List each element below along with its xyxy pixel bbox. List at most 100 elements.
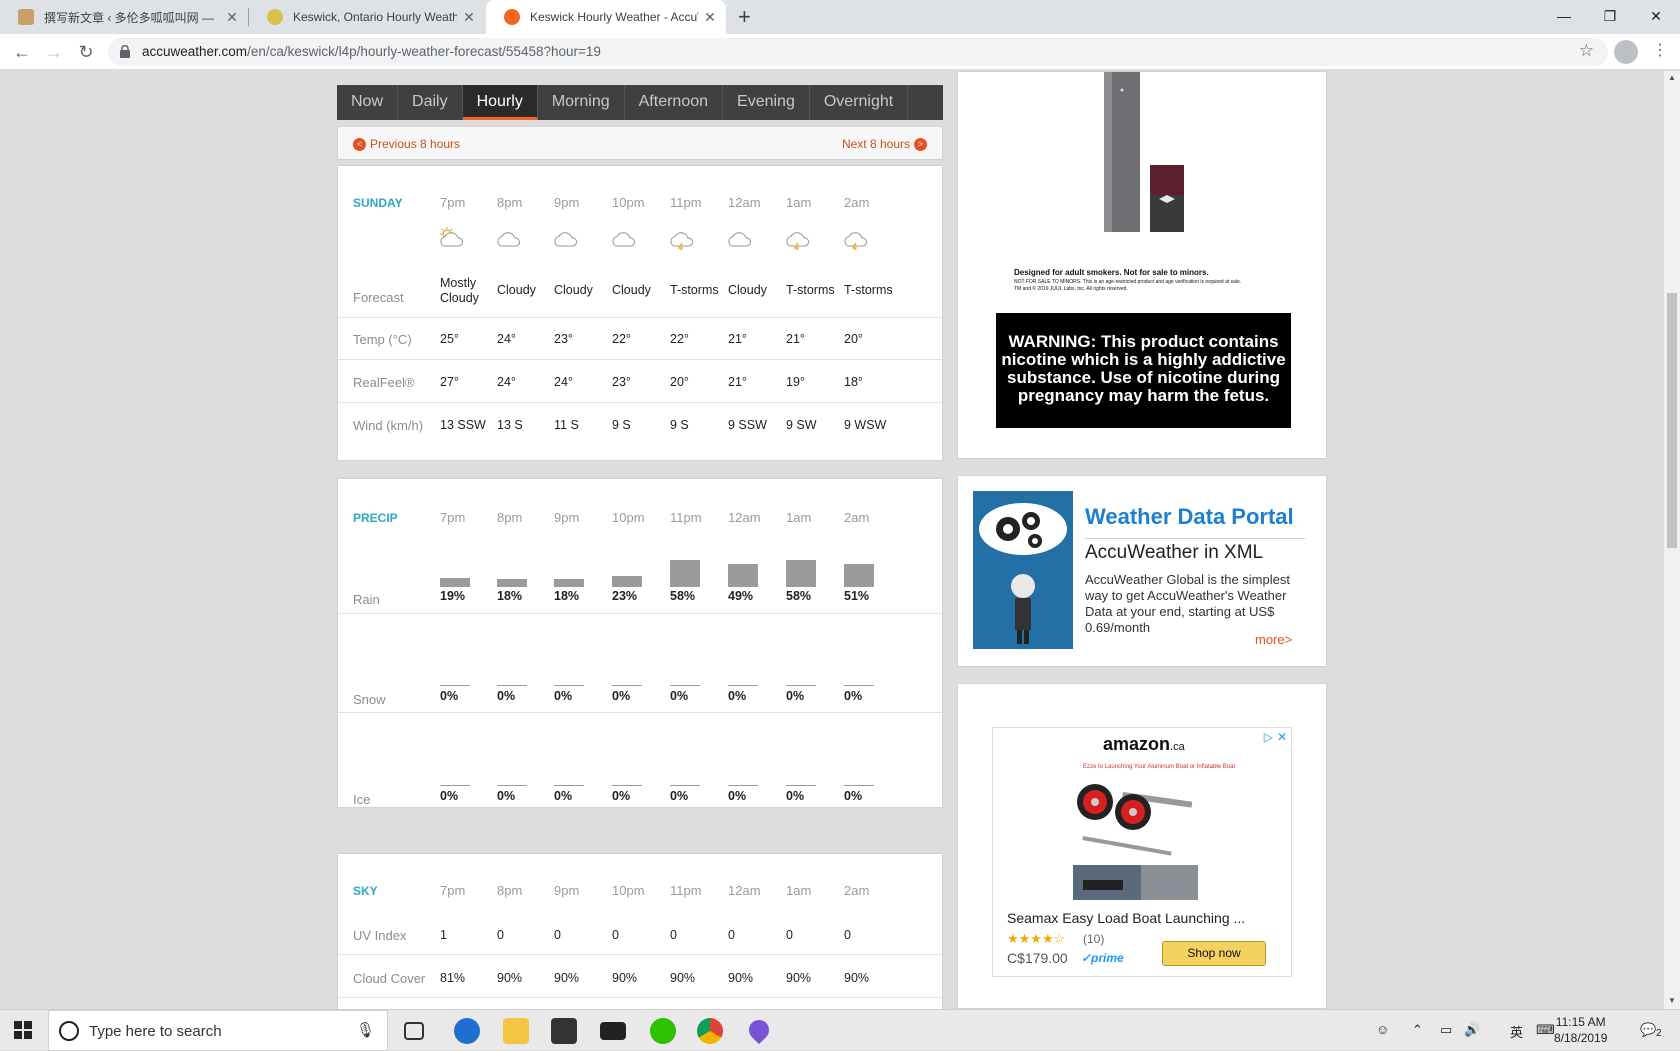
tab-evening[interactable]: Evening — [723, 85, 810, 120]
shop-now-button[interactable]: Shop now — [1162, 941, 1266, 966]
zero-bar — [728, 785, 758, 786]
rain-bar — [728, 564, 758, 587]
wind-value: 9 SW — [786, 418, 817, 432]
edge-browser-icon[interactable] — [454, 1018, 480, 1044]
network-icon[interactable]: ▭ — [1440, 1022, 1452, 1038]
weather-data-portal-ad[interactable]: Weather Data Portal AccuWeather in XML A… — [957, 475, 1327, 667]
bookmark-star-icon[interactable]: ☆ — [1579, 41, 1594, 61]
thunderstorm-icon — [844, 232, 868, 250]
scroll-up-icon[interactable]: ▲ — [1668, 73, 1676, 82]
notification-count: 2 — [1656, 1028, 1662, 1039]
zero-bar — [440, 785, 470, 786]
ad-choices[interactable]: ▷ ✕ — [1264, 730, 1287, 744]
realfeel-value: 24° — [554, 375, 573, 389]
amazon-ad: amazon.ca ▷ ✕ Ezze to Launching Your Alu… — [957, 683, 1327, 1009]
ime-indicator[interactable]: 英 — [1510, 1022, 1523, 1041]
forward-icon[interactable]: → — [42, 40, 66, 64]
divider — [338, 402, 942, 403]
profile-avatar[interactable] — [1614, 40, 1638, 64]
close-tab-icon[interactable]: ✕ — [224, 9, 240, 26]
tab-morning[interactable]: Morning — [538, 85, 625, 120]
address-bar[interactable]: accuweather.com/en/ca/keswick/l4p/hourly… — [108, 38, 1608, 66]
condition-text: T-storms — [786, 283, 835, 297]
close-window-icon[interactable]: ✕ — [1633, 0, 1679, 32]
zero-bar — [554, 685, 584, 686]
zero-bar — [844, 685, 874, 686]
hour-label: 1am — [786, 510, 812, 525]
taskbar-search-input[interactable]: Type here to search 🎙 — [48, 1010, 388, 1051]
previous-8-hours-link[interactable]: < Previous 8 hours — [353, 137, 460, 151]
browser-tab-bar: 撰写新文章 ‹ 多伦多呱呱叫网 — ✕ Keswick, Ontario Hou… — [0, 0, 1680, 34]
volume-icon[interactable]: 🔊 — [1464, 1022, 1480, 1038]
restore-icon[interactable]: ❐ — [1587, 0, 1633, 32]
condition-text: T-storms — [844, 283, 893, 297]
realfeel-value: 21° — [728, 375, 747, 389]
mail-icon[interactable] — [600, 1022, 626, 1040]
rain-value: 58% — [670, 589, 696, 603]
tab-daily[interactable]: Daily — [398, 85, 463, 120]
tab-hourly[interactable]: Hourly — [462, 85, 538, 120]
chrome-icon[interactable] — [697, 1018, 723, 1044]
cortana-icon — [59, 1021, 79, 1041]
zero-bar — [786, 785, 816, 786]
browser-tab[interactable]: Keswick, Ontario Hourly Weather ✕ — [249, 0, 485, 34]
reload-icon[interactable]: ↻ — [74, 40, 98, 64]
maps-pin-icon[interactable] — [744, 1015, 774, 1045]
sky-card: SKY 7pm 8pm 9pm 10pm 11pm 12am 1am 2am UV Index… — [337, 853, 943, 1009]
scrollbar-thumb[interactable] — [1667, 293, 1677, 548]
windows-start-icon[interactable] — [14, 1021, 32, 1039]
browser-menu-icon[interactable]: ⋮ — [1652, 40, 1668, 60]
tab-afternoon[interactable]: Afternoon — [625, 85, 724, 120]
keyboard-icon[interactable]: ⌨ — [1536, 1022, 1555, 1038]
new-tab-icon[interactable]: + — [738, 4, 751, 30]
temp-value: 25° — [440, 332, 459, 346]
browser-tab-active[interactable]: Keswick Hourly Weather - AccuW ✕ — [486, 0, 726, 34]
people-icon[interactable]: ☺ — [1376, 1022, 1389, 1037]
ice-value: 0% — [844, 789, 863, 803]
notification-center-icon[interactable]: 💬 — [1640, 1022, 1656, 1038]
cloud-icon — [612, 232, 636, 247]
adchoices-icon[interactable]: ▷ — [1264, 730, 1273, 744]
hour-label: 10pm — [612, 510, 645, 525]
store-icon[interactable] — [551, 1018, 577, 1044]
condition-text: Cloudy — [728, 283, 767, 297]
cloud-cover-value: 90% — [497, 971, 523, 985]
file-explorer-icon[interactable] — [503, 1018, 529, 1044]
close-tab-icon[interactable]: ✕ — [702, 9, 718, 26]
microphone-icon[interactable]: 🎙 — [356, 1021, 375, 1039]
tab-now[interactable]: Now — [337, 85, 399, 120]
cloud-cover-value: 90% — [612, 971, 638, 985]
tray-overflow-icon[interactable]: ⌃ — [1412, 1022, 1423, 1038]
page-scrollbar[interactable]: ▲ ▼ — [1664, 71, 1680, 1009]
boat-launcher-image — [1073, 784, 1198, 900]
hour-label: 1am — [786, 883, 812, 898]
browser-tab[interactable]: 撰写新文章 ‹ 多伦多呱呱叫网 — ✕ — [0, 0, 248, 34]
juul-ad[interactable]: Designed for adult smokers. Not for sale… — [957, 71, 1327, 459]
divider — [338, 712, 942, 713]
url-text: accuweather.com/en/ca/keswick/l4p/hourly… — [142, 44, 601, 59]
zero-bar — [670, 685, 700, 686]
divider — [338, 954, 942, 955]
close-ad-icon[interactable]: ✕ — [1277, 730, 1287, 744]
browser-toolbar: ← → ↻ accuweather.com/en/ca/keswick/l4p/… — [0, 34, 1680, 70]
next-8-hours-link[interactable]: Next 8 hours > — [842, 137, 927, 151]
hour-label: 8pm — [497, 883, 523, 898]
task-view-icon[interactable] — [404, 1022, 424, 1040]
divider — [338, 997, 942, 998]
thunderstorm-icon — [786, 232, 810, 250]
hour-label: 2am — [844, 883, 870, 898]
scroll-down-icon[interactable]: ▼ — [1668, 996, 1676, 1005]
more-link[interactable]: more> — [1255, 632, 1292, 647]
tab-overnight[interactable]: Overnight — [810, 85, 909, 120]
hour-label: 11pm — [670, 510, 702, 525]
system-clock[interactable]: 11:15 AM 8/18/2019 — [1554, 1014, 1607, 1046]
minimize-icon[interactable]: — — [1541, 0, 1587, 32]
amazon-ad-unit[interactable]: amazon.ca ▷ ✕ Ezze to Launching Your Alu… — [992, 727, 1292, 977]
hour-label: 1am — [786, 195, 812, 210]
condition-text: Mostly Cloudy — [440, 276, 479, 305]
partly-sunny-icon — [440, 227, 464, 247]
hour-label: 10pm — [612, 195, 645, 210]
wechat-icon[interactable] — [650, 1018, 676, 1044]
back-icon[interactable]: ← — [10, 40, 34, 64]
close-tab-icon[interactable]: ✕ — [461, 9, 477, 26]
